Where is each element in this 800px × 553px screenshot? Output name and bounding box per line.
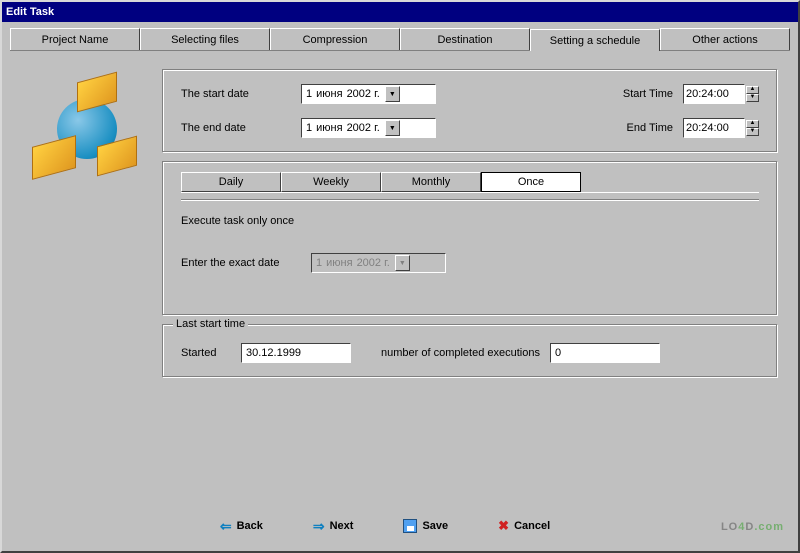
content-area: The start date 1 июня 2002 г. Start Time…: [2, 51, 798, 396]
start-date-label: The start date: [181, 88, 301, 100]
chevron-down-icon[interactable]: [385, 86, 400, 102]
save-icon: [403, 519, 417, 533]
tab-compression[interactable]: Compression: [270, 28, 400, 50]
spin-up-icon[interactable]: ▲: [746, 86, 759, 94]
tab-selecting-files[interactable]: Selecting files: [140, 28, 270, 50]
freq-tab-monthly[interactable]: Monthly: [381, 172, 481, 192]
window-title: Edit Task: [6, 6, 54, 18]
freq-tab-weekly[interactable]: Weekly: [281, 172, 381, 192]
start-date-input[interactable]: 1 июня 2002 г.: [301, 84, 436, 104]
tab-row: Project Name Selecting files Compression…: [10, 28, 790, 51]
start-time-spinner[interactable]: ▲ ▼: [746, 86, 759, 102]
started-value[interactable]: 30.12.1999: [241, 343, 351, 363]
tab-other-actions[interactable]: Other actions: [660, 28, 790, 50]
spin-down-icon[interactable]: ▼: [746, 128, 759, 136]
save-button[interactable]: Save: [403, 519, 448, 533]
last-start-legend: Last start time: [173, 318, 248, 330]
frequency-tabs: Daily Weekly Monthly Once: [181, 172, 759, 193]
spin-up-icon[interactable]: ▲: [746, 120, 759, 128]
start-time-label: Start Time: [593, 88, 673, 100]
frequency-group: Daily Weekly Monthly Once Execute task o…: [162, 161, 778, 316]
end-date-input[interactable]: 1 июня 2002 г.: [301, 118, 436, 138]
started-label: Started: [181, 347, 241, 359]
exact-date-label: Enter the exact date: [181, 257, 311, 269]
end-time-spinner[interactable]: ▲ ▼: [746, 120, 759, 136]
tab-project-name[interactable]: Project Name: [10, 28, 140, 50]
watermark: LO4D.com: [721, 506, 784, 537]
last-start-group: Last start time Started 30.12.1999 numbe…: [162, 324, 778, 378]
exec-count-label: number of completed executions: [381, 347, 540, 359]
box-icon: [32, 135, 76, 180]
spin-down-icon[interactable]: ▼: [746, 94, 759, 102]
end-date-label: The end date: [181, 122, 301, 134]
tab-schedule[interactable]: Setting a schedule: [530, 29, 660, 51]
arrow-left-icon: ⇐: [220, 518, 232, 535]
end-time-input[interactable]: 20:24:00: [683, 118, 745, 138]
schedule-illustration: [22, 69, 152, 189]
edit-task-window: Edit Task Project Name Selecting files C…: [0, 0, 800, 553]
once-description: Execute task only once: [181, 215, 759, 227]
end-time-label: End Time: [593, 122, 673, 134]
cancel-button[interactable]: ✖ Cancel: [498, 518, 550, 534]
arrow-right-icon: ⇒: [313, 518, 325, 535]
date-time-group: The start date 1 июня 2002 г. Start Time…: [162, 69, 778, 153]
settings-panel: The start date 1 июня 2002 г. Start Time…: [162, 69, 778, 386]
chevron-down-icon[interactable]: [395, 255, 410, 271]
back-button[interactable]: ⇐ Back: [220, 518, 263, 535]
close-icon: ✖: [498, 518, 509, 534]
start-time-input[interactable]: 20:24:00: [683, 84, 745, 104]
next-button[interactable]: ⇒ Next: [313, 518, 354, 535]
divider: [181, 199, 759, 201]
box-icon: [77, 72, 117, 113]
title-bar: Edit Task: [2, 2, 798, 22]
freq-tab-once[interactable]: Once: [481, 172, 581, 192]
exec-count-value[interactable]: 0: [550, 343, 660, 363]
freq-tab-daily[interactable]: Daily: [181, 172, 281, 192]
chevron-down-icon[interactable]: [385, 120, 400, 136]
exact-date-input[interactable]: 1 июня 2002 г.: [311, 253, 446, 273]
button-bar: ⇐ Back ⇒ Next Save ✖ Cancel: [2, 501, 798, 551]
tab-destination[interactable]: Destination: [400, 28, 530, 50]
